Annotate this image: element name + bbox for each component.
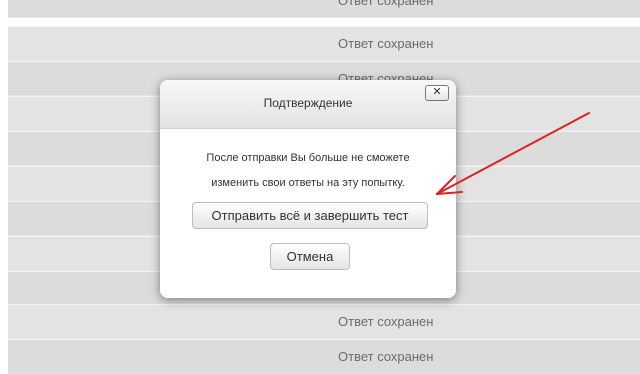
dialog-header: Подтверждение ✕: [160, 80, 456, 129]
dialog-message-line2: изменить свои ответы на эту попытку.: [211, 177, 405, 189]
dialog-title: Подтверждение: [263, 96, 353, 110]
dialog-message-line1: После отправки Вы больше не сможете: [206, 152, 410, 164]
dialog-body: После отправки Вы больше не сможете изме…: [160, 129, 456, 298]
close-button[interactable]: ✕: [425, 85, 449, 101]
submit-all-and-finish-button[interactable]: Отправить всё и завершить тест: [192, 202, 428, 229]
close-icon: ✕: [432, 86, 442, 98]
cancel-button[interactable]: Отмена: [270, 243, 350, 270]
confirmation-dialog: Подтверждение ✕ После отправки Вы больше…: [160, 80, 456, 298]
